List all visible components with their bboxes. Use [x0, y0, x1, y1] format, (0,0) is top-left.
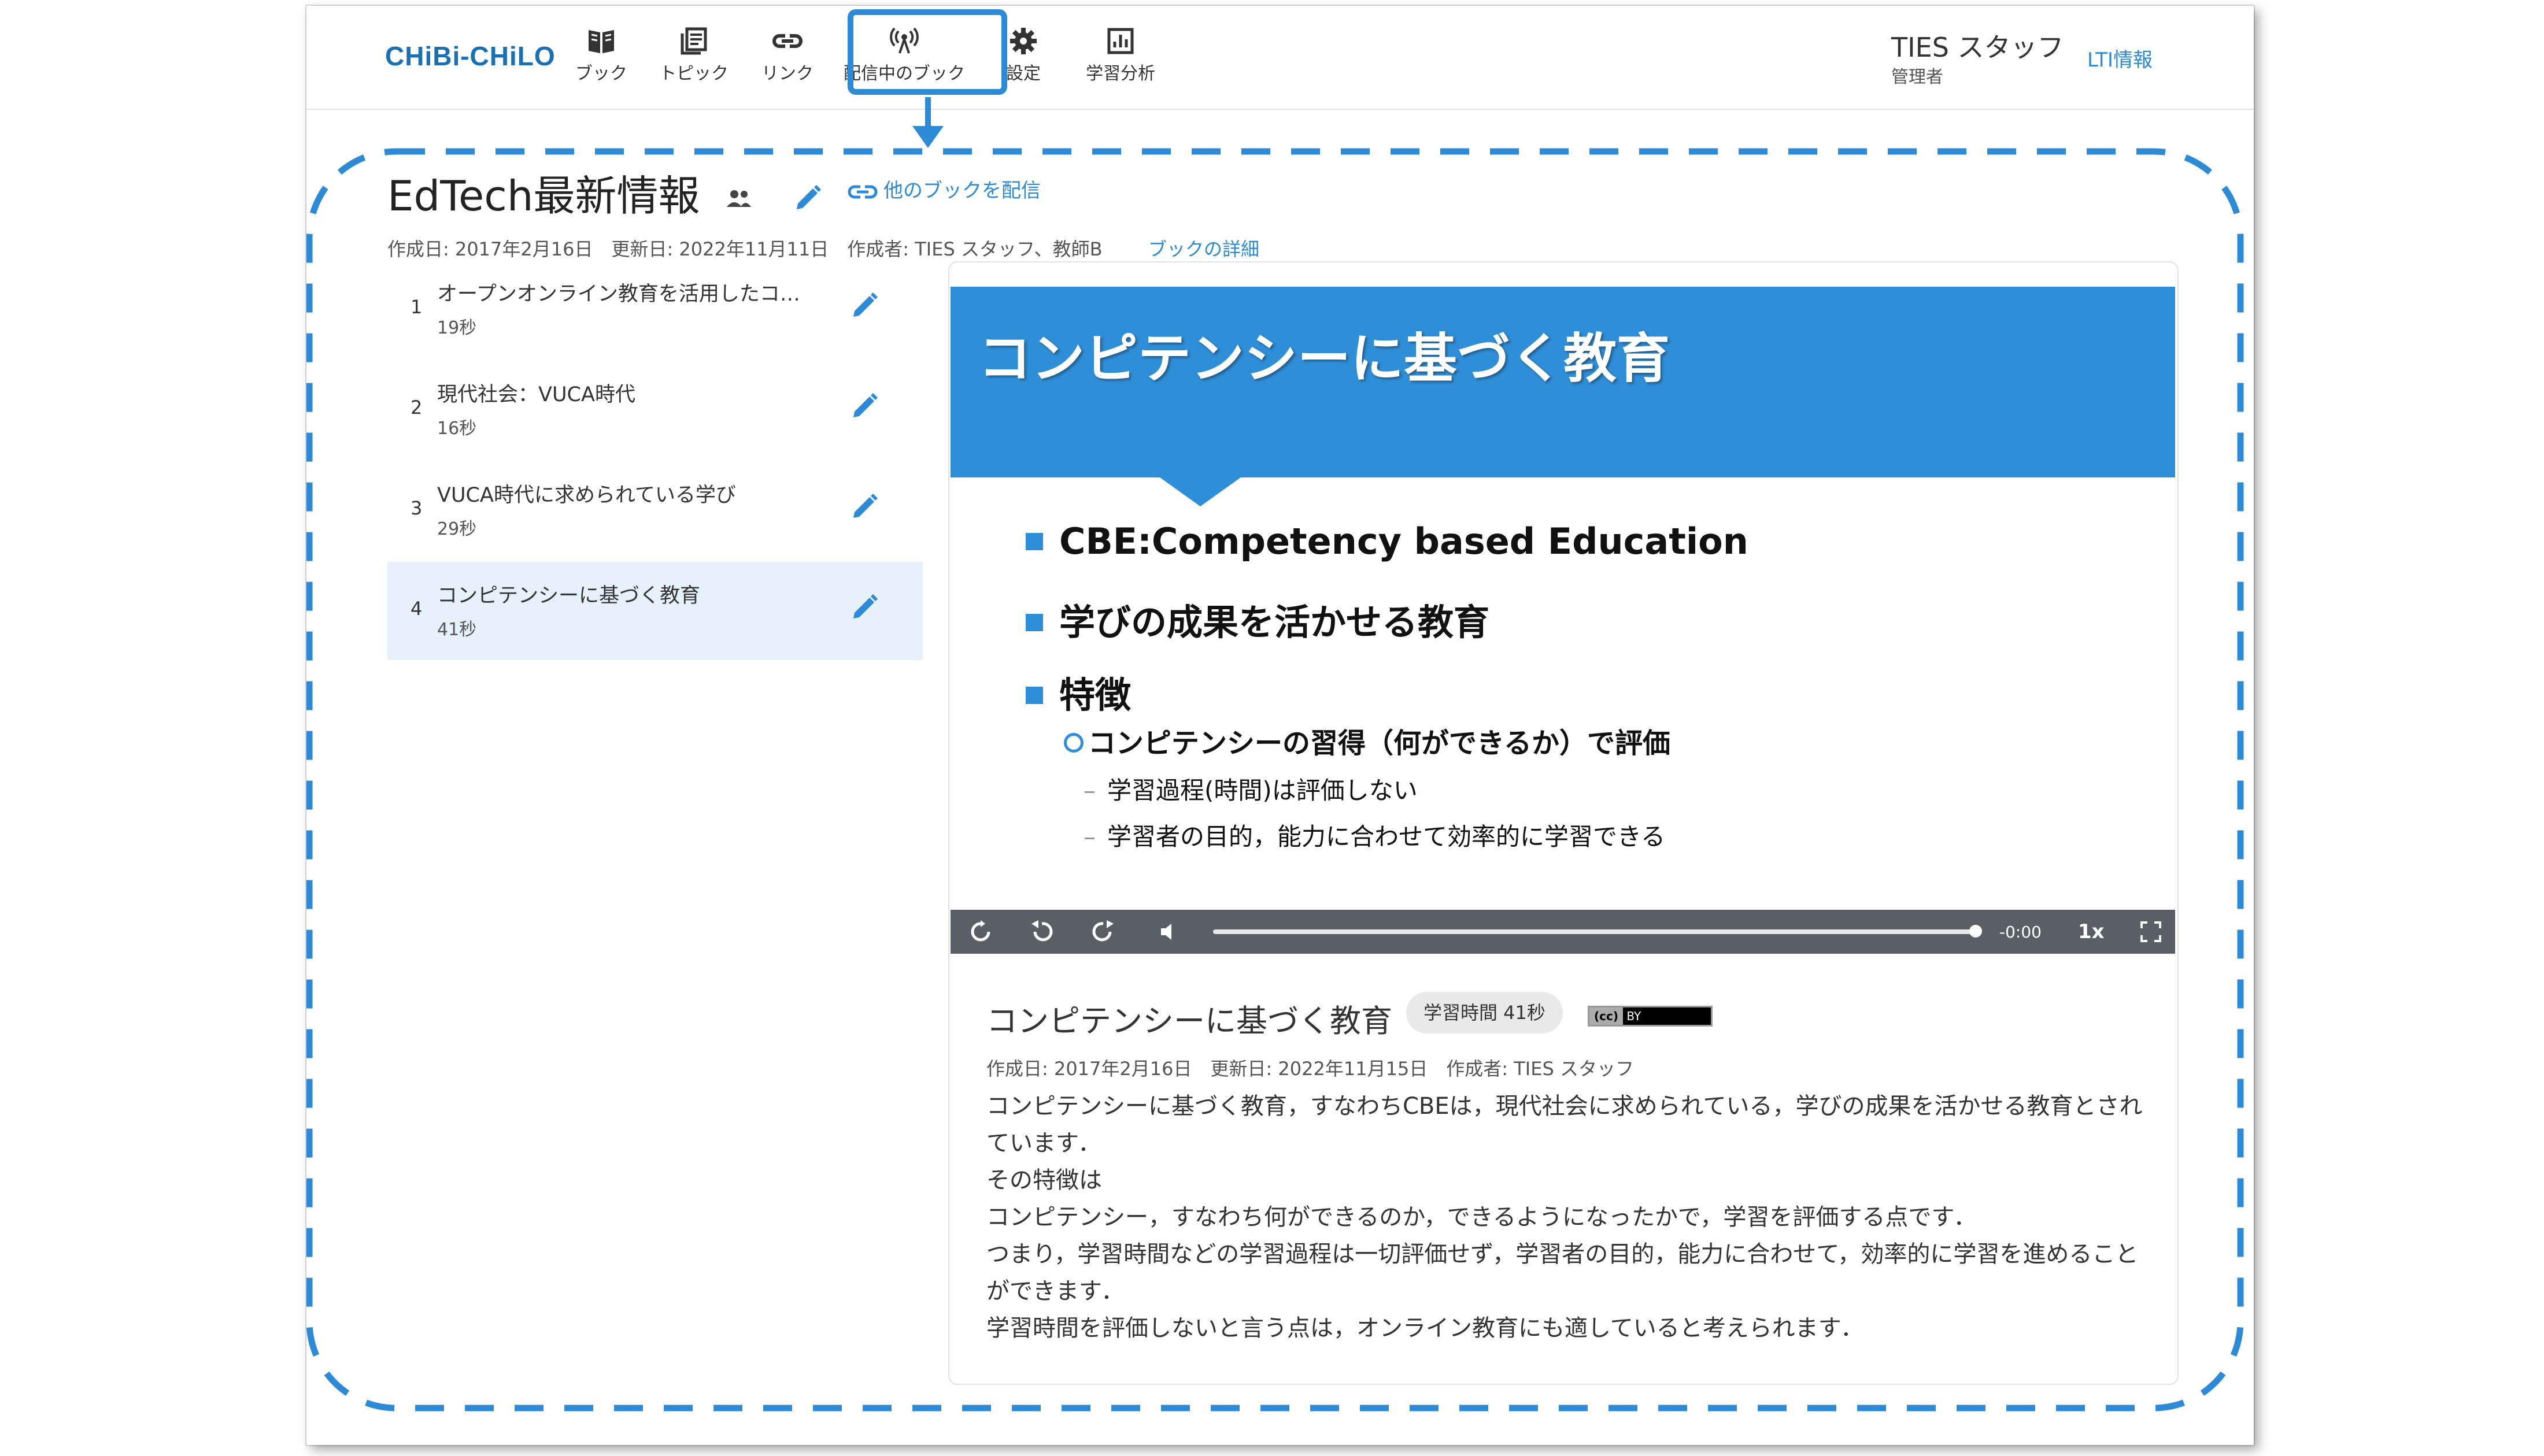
- edit-book-icon[interactable]: [791, 183, 823, 215]
- nav-topics[interactable]: トピック: [648, 27, 740, 96]
- nav-links[interactable]: リンク: [741, 27, 834, 96]
- topic-duration: 19秒: [437, 318, 477, 338]
- topic-item-3[interactable]: 3 VUCA時代に求められている学び 29秒: [387, 461, 923, 560]
- book-title-row: EdTech最新情報: [387, 162, 823, 223]
- restart-icon[interactable]: [968, 919, 993, 944]
- video-player-bar: -0:00 1x: [951, 910, 2175, 954]
- slide-banner-notch: [1160, 477, 1241, 506]
- description-paragraph: つまり，学習時間などの学習過程は一切評価せず，学習者の目的，能力に合わせて，効率…: [986, 1241, 2139, 1305]
- time-remaining: -0:00: [1999, 922, 2042, 942]
- topic-title: VUCA時代に求められている学び: [437, 484, 736, 507]
- slide-video[interactable]: コンピテンシーに基づく教育 CBE:Competency based Educa…: [951, 287, 2175, 910]
- edit-topic-icon[interactable]: [848, 290, 880, 323]
- topic-detail-title: コンピテンシーに基づく教育: [986, 1003, 1392, 1039]
- edit-topic-icon[interactable]: [848, 491, 880, 524]
- rewind-icon[interactable]: [1029, 919, 1055, 944]
- slide-subsub-1: – 学習過程(時間)は評価しない: [1084, 771, 1418, 806]
- slide-bullet-text: 学びの成果を活かせる教育: [1059, 601, 1490, 643]
- license-label: BY: [1626, 1009, 1641, 1023]
- edit-topic-icon[interactable]: [848, 391, 880, 423]
- topic-title: オープンオンライン教育を活用したコ…: [437, 283, 800, 306]
- book-meta: 作成日: 2017年2月16日 更新日: 2022年11月11日 作成者: TI…: [387, 238, 1103, 260]
- cc-icon: (cc): [1589, 1007, 1623, 1025]
- edit-topic-icon[interactable]: [848, 592, 880, 624]
- group-icon: [727, 190, 752, 208]
- gear-icon: [1010, 28, 1037, 54]
- slide-sub-text: コンピテンシーの習得（何ができるか）で評価: [1088, 727, 1671, 760]
- cc-license-badge[interactable]: (cc) BY: [1588, 1006, 1713, 1027]
- nav-settings[interactable]: 設定: [977, 27, 1070, 96]
- description-paragraph: コンピテンシーに基づく教育，すなわちCBEは，現代社会に求められている，学びの成…: [986, 1093, 2143, 1157]
- slide-bullet-text: 特徴: [1059, 674, 1132, 716]
- topic-title: コンピテンシーに基づく教育: [437, 584, 701, 607]
- topic-content-card: コンピテンシーに基づく教育 CBE:Competency based Educa…: [948, 261, 2179, 1385]
- dash-icon: –: [1084, 823, 1096, 851]
- nav-books-label: ブック: [575, 64, 627, 84]
- topic-detail-meta: 作成日: 2017年2月16日 更新日: 2022年11月15日 作成者: TI…: [986, 1058, 1634, 1080]
- broadcast-other-book-label: 他のブックを配信: [883, 179, 1041, 202]
- topic-item-4[interactable]: 4 コンピテンシーに基づく教育 41秒: [387, 562, 923, 660]
- nav-settings-label: 設定: [1006, 64, 1041, 84]
- broadcast-other-book-link[interactable]: 他のブックを配信: [846, 175, 1041, 203]
- bullet-circle-icon: [1064, 733, 1084, 753]
- slide-subsub-2: – 学習者の目的，能力に合わせて効率的に学習できる: [1084, 817, 1665, 853]
- slide-subsub-text: 学習過程(時間)は評価しない: [1107, 776, 1418, 805]
- bullet-square-icon: [1026, 613, 1043, 631]
- fullscreen-icon[interactable]: [2138, 919, 2164, 944]
- slide-title: コンピテンシーに基づく教育: [978, 328, 1670, 390]
- top-nav: CHiBi-CHiLO ブック トピック リンク 配信中のブック 設定 学習分析…: [306, 6, 2254, 110]
- topic-duration: 29秒: [437, 519, 477, 539]
- volume-icon[interactable]: [1156, 919, 1182, 944]
- slide-bullet-text: CBE:Competency based Education: [1059, 520, 1748, 562]
- slide-bullet-1: CBE:Competency based Education: [1026, 520, 1748, 562]
- playback-rate-button[interactable]: 1x: [2078, 920, 2105, 943]
- user-role: 管理者: [1891, 67, 1943, 87]
- book-detail-link[interactable]: ブックの詳細: [1148, 235, 1259, 261]
- slide-subsub-text: 学習者の目的，能力に合わせて効率的に学習できる: [1107, 823, 1666, 851]
- learning-time-badge: 学習時間 41秒: [1406, 992, 1563, 1033]
- description-paragraph: その特徴は: [986, 1167, 1102, 1194]
- topic-number: 1: [411, 296, 423, 318]
- topic-number: 2: [411, 397, 423, 418]
- topic-title: 現代社会：VUCA時代: [437, 383, 635, 406]
- app-logo[interactable]: CHiBi-CHiLO: [385, 40, 556, 72]
- nav-books[interactable]: ブック: [555, 27, 648, 96]
- topic-number: 3: [411, 497, 423, 519]
- book-title: EdTech最新情報: [387, 172, 700, 220]
- lti-info-link[interactable]: LTI情報: [2087, 44, 2153, 72]
- nav-topics-label: トピック: [659, 64, 729, 84]
- description-paragraph: コンピテンシー，すなわち何ができるのか，できるようになったかで，学習を評価する点…: [986, 1204, 1977, 1231]
- topic-number: 4: [411, 598, 423, 620]
- link-icon: [772, 34, 803, 48]
- topic-item-1[interactable]: 1 オープンオンライン教育を活用したコ… 19秒: [387, 260, 923, 358]
- dash-icon: –: [1084, 776, 1096, 805]
- topic-description: コンピテンシーに基づく教育，すなわちCBEは，現代社会に求められている，学びの成…: [986, 1088, 2143, 1347]
- nav-links-label: リンク: [761, 64, 814, 84]
- topic-item-2[interactable]: 2 現代社会：VUCA時代 16秒: [387, 361, 923, 459]
- analytics-icon: [1107, 28, 1134, 54]
- seek-bar[interactable]: [1213, 929, 1979, 934]
- topic-icon: [681, 27, 707, 55]
- nav-analytics[interactable]: 学習分析: [1074, 27, 1167, 96]
- topic-duration: 41秒: [437, 620, 477, 640]
- nav-analytics-label: 学習分析: [1086, 64, 1155, 84]
- seek-handle[interactable]: [1969, 925, 1982, 938]
- slide-bullet-3: 特徴: [1026, 666, 1131, 718]
- link-icon: [848, 185, 878, 198]
- description-paragraph: 学習時間を評価しないと言う点は，オンライン教育にも適していると考えられます．: [986, 1315, 1864, 1342]
- slide-sub-bullet: コンピテンシーの習得（何ができるか）で評価: [1064, 720, 1670, 761]
- app-window: CHiBi-CHiLO ブック トピック リンク 配信中のブック 設定 学習分析…: [306, 6, 2254, 1445]
- callout-arrow-head: [912, 126, 944, 148]
- book-icon: [589, 30, 614, 53]
- bullet-square-icon: [1026, 686, 1043, 704]
- user-name[interactable]: TIES スタッフ: [1891, 27, 2064, 65]
- bullet-square-icon: [1026, 532, 1043, 550]
- slide-bullet-2: 学びの成果を活かせる教育: [1026, 593, 1489, 645]
- topic-duration: 16秒: [437, 418, 477, 439]
- forward-icon[interactable]: [1090, 919, 1116, 944]
